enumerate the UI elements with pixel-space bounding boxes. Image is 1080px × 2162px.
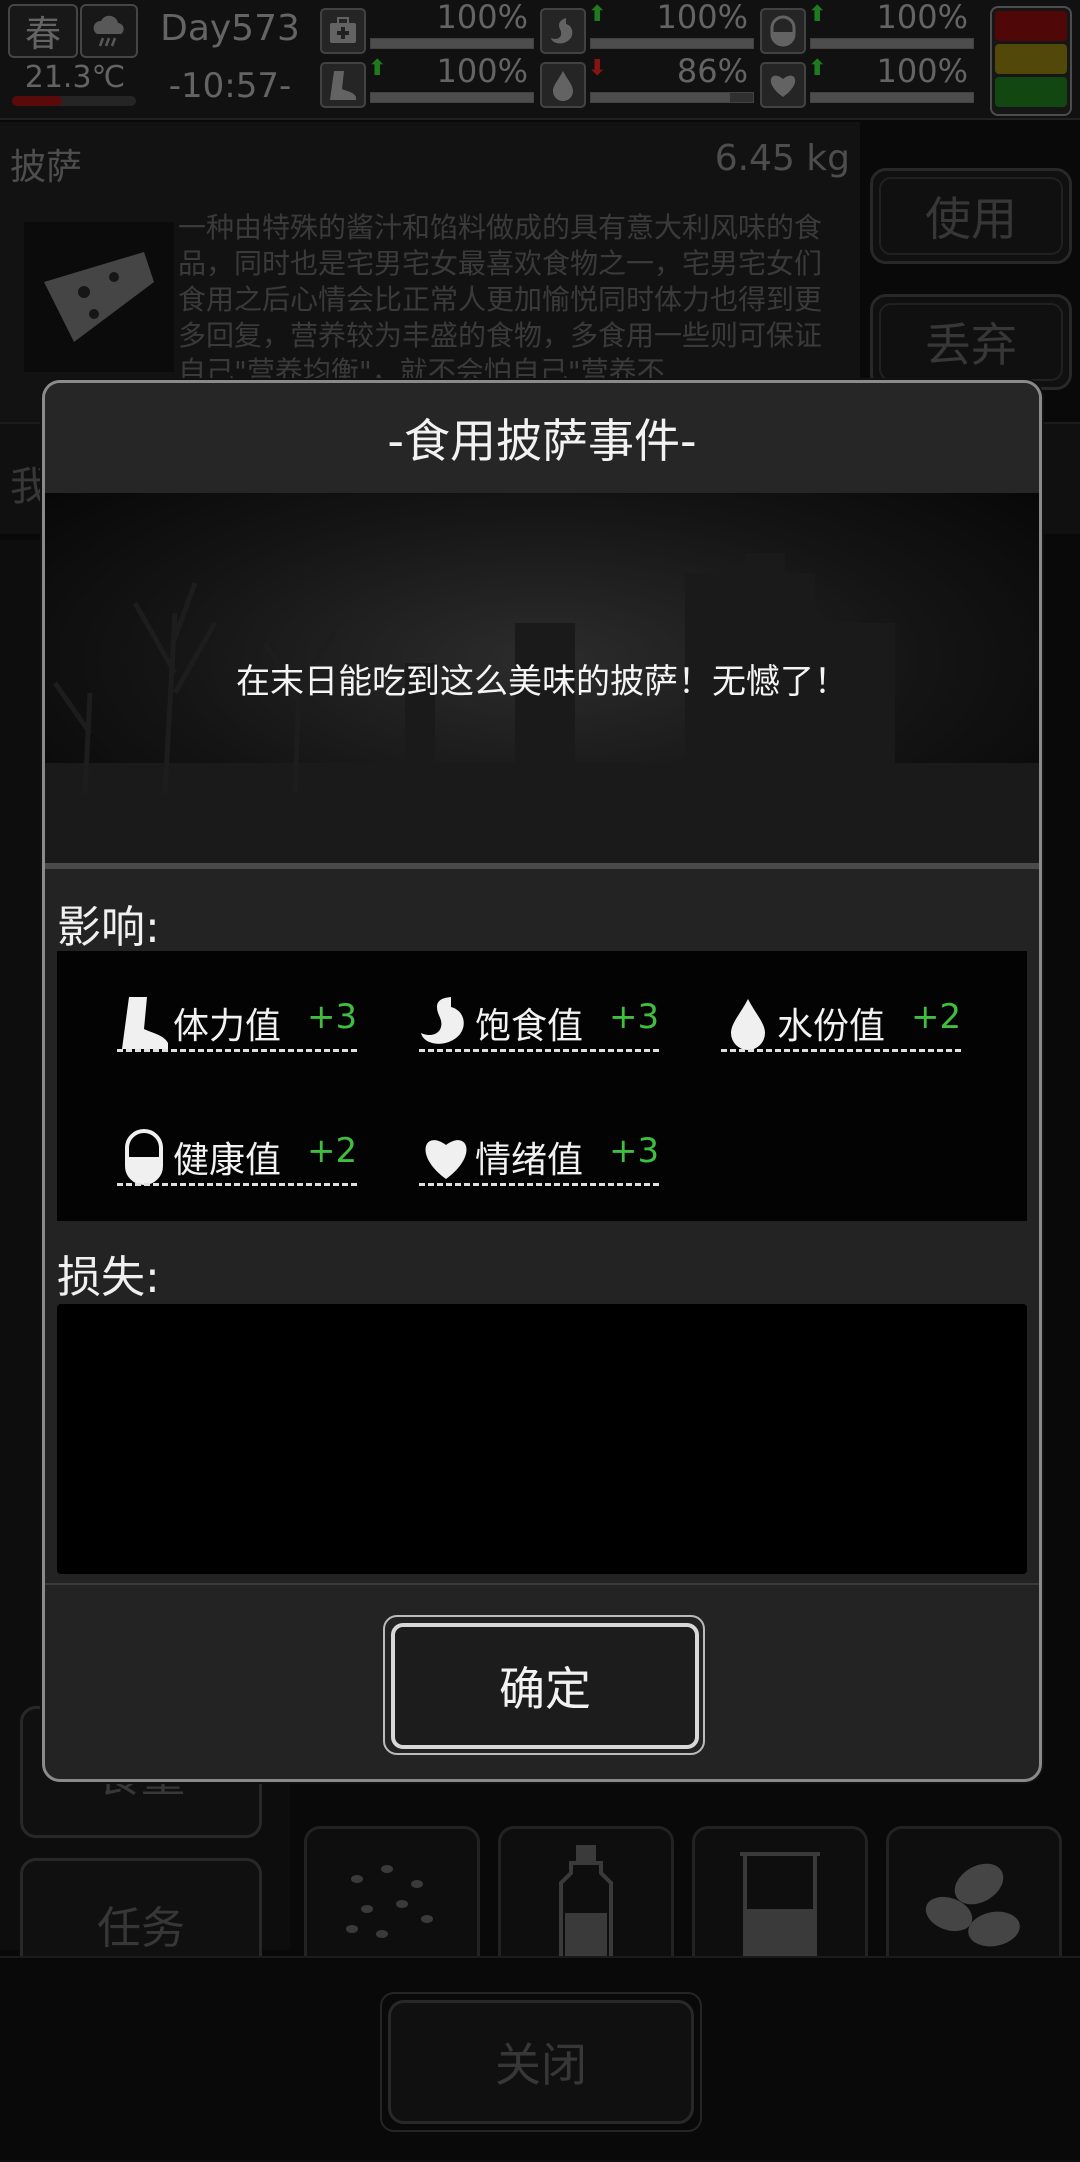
- effect-value: +3: [307, 997, 358, 1037]
- losses-heading: 损失:: [57, 1252, 160, 1303]
- dashed-underline: [117, 1183, 357, 1186]
- dashed-underline: [419, 1049, 659, 1052]
- losses-panel: [57, 1304, 1027, 1574]
- effect-health: 健康值 +2: [117, 1121, 357, 1191]
- effect-label: 体力值: [173, 1006, 282, 1047]
- pill-icon: [125, 1129, 163, 1185]
- effect-value: +2: [307, 1131, 358, 1171]
- boot-icon: [122, 997, 168, 1049]
- effect-satiety: 饱食值 +3: [419, 987, 659, 1057]
- dashed-underline: [117, 1049, 357, 1052]
- dialog-title: -食用披萨事件-: [45, 383, 1039, 495]
- dashed-underline: [419, 1183, 659, 1186]
- effects-heading: 影响:: [57, 902, 160, 953]
- effect-value: +3: [609, 997, 660, 1037]
- event-dialog: -食用披萨事件- 在末日能吃到这么美味的披萨！无憾了！ 影响: 体力值 +3 饱…: [42, 380, 1042, 1782]
- effect-label: 情绪值: [475, 1140, 584, 1181]
- effect-water: 水份值 +2: [721, 987, 961, 1057]
- event-message: 在末日能吃到这么美味的披萨！无憾了！: [236, 661, 848, 702]
- confirm-button-frame: 确定: [383, 1615, 705, 1755]
- effect-mood: 情绪值 +3: [419, 1121, 659, 1191]
- stomach-icon: [421, 997, 464, 1044]
- water-drop-icon: [731, 999, 765, 1050]
- heart-icon: [425, 1140, 467, 1179]
- effect-label: 水份值: [777, 1006, 886, 1047]
- effects-panel: 体力值 +3 饱食值 +3 水份值 +2 健康值 +2 情绪值 +3: [57, 951, 1027, 1221]
- effect-value: +2: [911, 997, 962, 1037]
- effect-label: 饱食值: [475, 1006, 584, 1047]
- confirm-button-label: 确定: [499, 1662, 591, 1716]
- effect-label: 健康值: [173, 1140, 282, 1181]
- dashed-underline: [721, 1049, 961, 1052]
- event-scene-image: 在末日能吃到这么美味的披萨！无憾了！: [45, 493, 1039, 869]
- effect-value: +3: [609, 1131, 660, 1171]
- confirm-button[interactable]: 确定: [391, 1623, 699, 1749]
- effect-stamina: 体力值 +3: [117, 987, 357, 1057]
- divider: [45, 1583, 1039, 1585]
